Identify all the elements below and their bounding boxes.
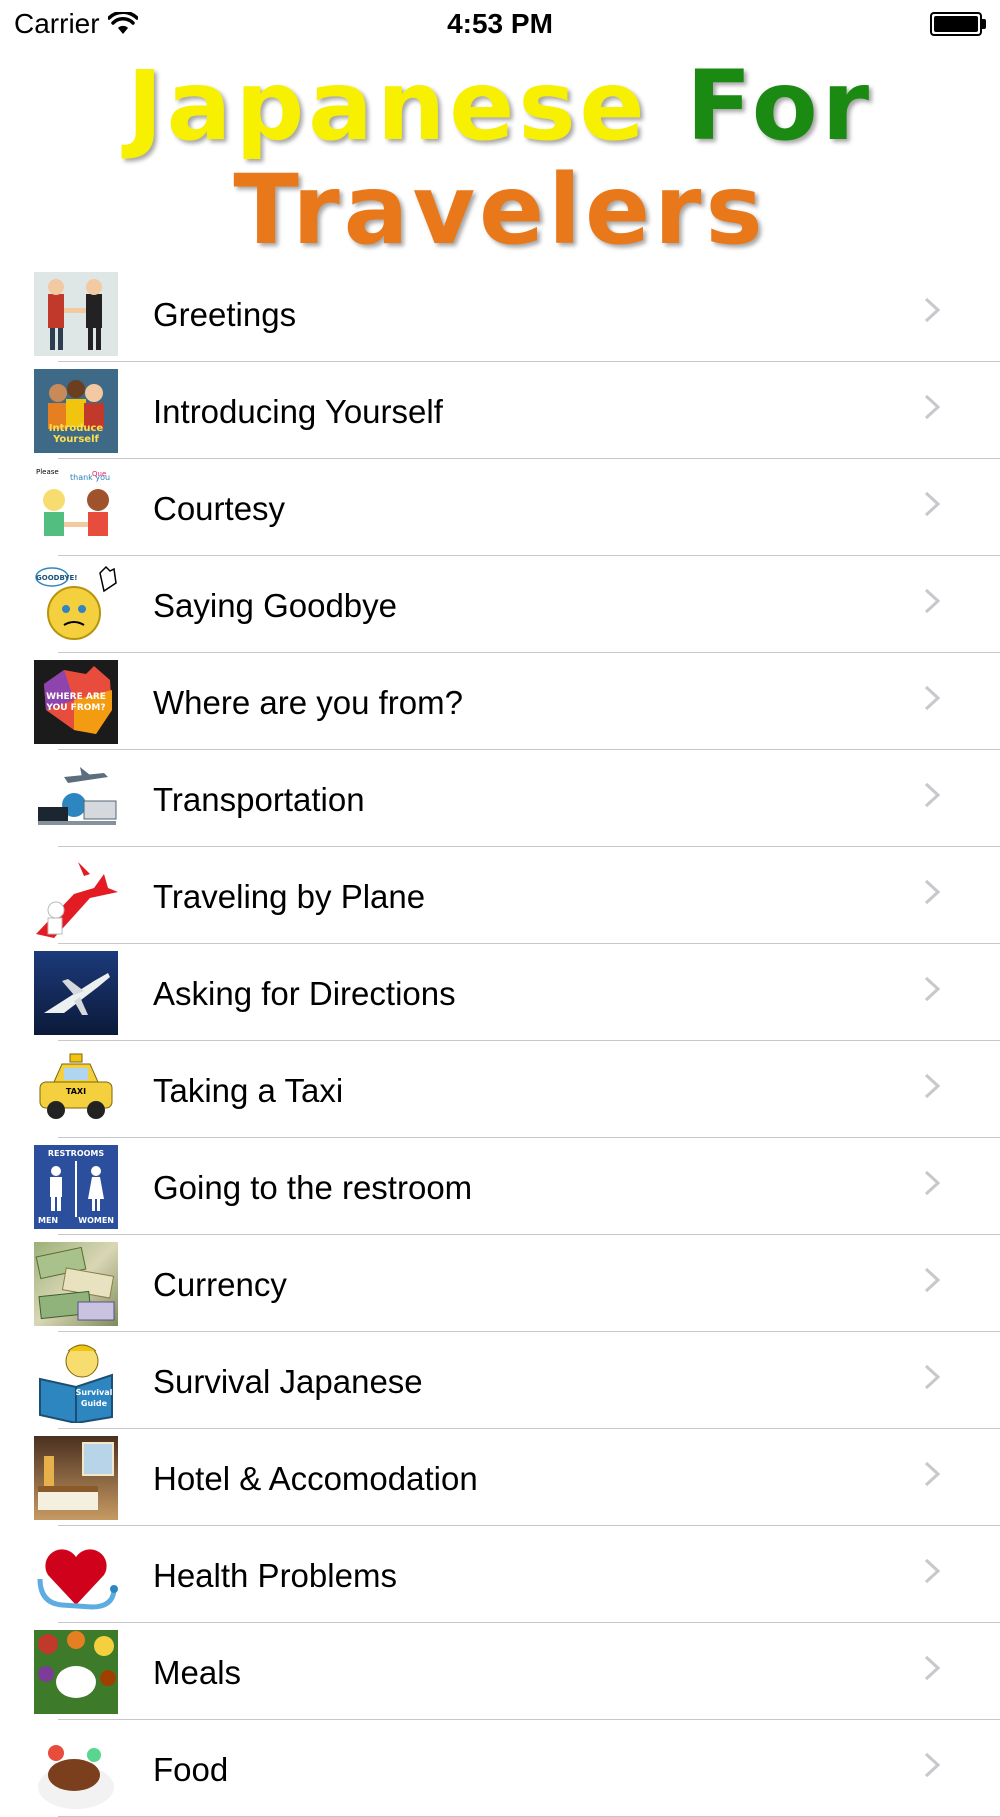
list-item[interactable]: WHERE ARE YOU FROM? Where are you from?	[0, 653, 1000, 750]
thumb-caption: Survival Guide	[75, 1388, 113, 1408]
title-word-for: For	[686, 50, 874, 162]
list-item-label: Food	[153, 1751, 229, 1788]
people-icon: Introduce Yourself	[34, 369, 118, 453]
list-item[interactable]: Meals	[0, 1623, 1000, 1720]
list-item-label: Going to the restroom	[153, 1169, 473, 1206]
list-item[interactable]: thank you Please Que Courtesy	[0, 459, 1000, 556]
list-item[interactable]: Hotel & Accomodation	[0, 1429, 1000, 1526]
chevron-right-icon	[924, 1461, 940, 1487]
list-item-label: Meals	[153, 1654, 242, 1691]
list-item[interactable]: TAXI Taking a Taxi	[0, 1041, 1000, 1138]
list-item[interactable]: GOODBYE! Saying Goodbye	[0, 556, 1000, 653]
plane-arrow-icon	[34, 854, 118, 938]
thumb-caption: WHERE ARE YOU FROM?	[46, 692, 106, 713]
title-word-japanese: Japanese	[126, 50, 649, 162]
battery-fill	[934, 16, 978, 32]
list-item-label: Introducing Yourself	[153, 393, 443, 430]
list-item-label: Where are you from?	[153, 684, 463, 721]
chevron-right-icon	[924, 394, 940, 420]
battery-icon	[930, 12, 986, 36]
banknotes-icon	[34, 1242, 118, 1326]
title-line-2: Travelers	[0, 158, 1000, 262]
list-item-label: Hotel & Accomodation	[153, 1460, 478, 1497]
list-item-label: Asking for Directions	[153, 975, 456, 1012]
list-item[interactable]: Survival Guide Survival Japanese	[0, 1332, 1000, 1429]
list-item-label: Health Problems	[153, 1557, 397, 1594]
chevron-right-icon	[924, 1073, 940, 1099]
steak-icon	[34, 1727, 118, 1811]
chevron-right-icon	[924, 1364, 940, 1390]
list-item[interactable]: Traveling by Plane	[0, 847, 1000, 944]
list-item-label: Greetings	[153, 296, 297, 333]
speech-bubbles-icon: thank you Please Que	[34, 466, 118, 550]
handshake-icon	[34, 272, 118, 356]
chevron-right-icon	[924, 1267, 940, 1293]
waving-emoji-icon: GOODBYE!	[34, 563, 118, 647]
chevron-right-icon	[924, 976, 940, 1002]
thumb-caption: TAXI	[65, 1087, 87, 1096]
chevron-right-icon	[924, 1752, 940, 1778]
thumb-caption: Introduce Yourself	[48, 423, 104, 445]
list-item-label: Currency	[153, 1266, 287, 1303]
list-item[interactable]: Currency	[0, 1235, 1000, 1332]
list-item[interactable]: Asking for Directions	[0, 944, 1000, 1041]
list-item-label: Transportation	[153, 781, 365, 818]
chevron-right-icon	[924, 1558, 940, 1584]
status-time: 4:53 PM	[447, 8, 553, 39]
status-bar: Carrier 4:53 PM	[0, 0, 1000, 50]
survival-guide-icon: Survival Guide	[34, 1339, 118, 1423]
chevron-right-icon	[924, 297, 940, 323]
svg-text:Please: Please	[36, 468, 59, 476]
list-item-label: Taking a Taxi	[153, 1072, 344, 1109]
list-item-label: Traveling by Plane	[153, 878, 426, 915]
thumb-caption-men: MEN	[38, 1216, 59, 1225]
list-item-label: Courtesy	[153, 490, 286, 527]
taxi-icon: TAXI	[34, 1048, 118, 1132]
thumb-caption: GOODBYE!	[36, 574, 78, 582]
title-word-travelers: Travelers	[233, 154, 767, 266]
list-item-label: Survival Japanese	[153, 1363, 423, 1400]
map-icon: WHERE ARE YOU FROM?	[34, 660, 118, 744]
list-item[interactable]: Food	[0, 1720, 1000, 1817]
list-item[interactable]: RESTROOMS MEN WOMEN Going to the restroo…	[0, 1138, 1000, 1235]
chevron-right-icon	[924, 782, 940, 808]
title-line-1: Japanese For	[0, 54, 1000, 158]
chevron-right-icon	[924, 879, 940, 905]
restroom-sign-icon: RESTROOMS MEN WOMEN	[34, 1145, 118, 1229]
chevron-right-icon	[924, 1655, 940, 1681]
thumb-caption-women: WOMEN	[78, 1216, 114, 1225]
chevron-right-icon	[924, 1170, 940, 1196]
topic-list: Greetings Introduce Yourself Introducing…	[0, 265, 1000, 1817]
thumb-caption: RESTROOMS	[47, 1149, 105, 1158]
hotel-room-icon	[34, 1436, 118, 1520]
list-item[interactable]: Introduce Yourself Introducing Yourself	[0, 362, 1000, 459]
jet-icon	[34, 951, 118, 1035]
meal-plate-icon	[34, 1630, 118, 1714]
chevron-right-icon	[924, 588, 940, 614]
heart-stethoscope-icon	[34, 1533, 118, 1617]
list-item[interactable]: Health Problems	[0, 1526, 1000, 1623]
list-item-label: Saying Goodbye	[153, 587, 398, 624]
chevron-right-icon	[924, 491, 940, 517]
list-item[interactable]: Transportation	[0, 750, 1000, 847]
list-item[interactable]: Greetings	[0, 265, 1000, 362]
chevron-right-icon	[924, 685, 940, 711]
svg-text:Que: Que	[92, 470, 106, 478]
app-title: Japanese For Travelers	[0, 54, 1000, 262]
transport-icon	[34, 757, 118, 841]
